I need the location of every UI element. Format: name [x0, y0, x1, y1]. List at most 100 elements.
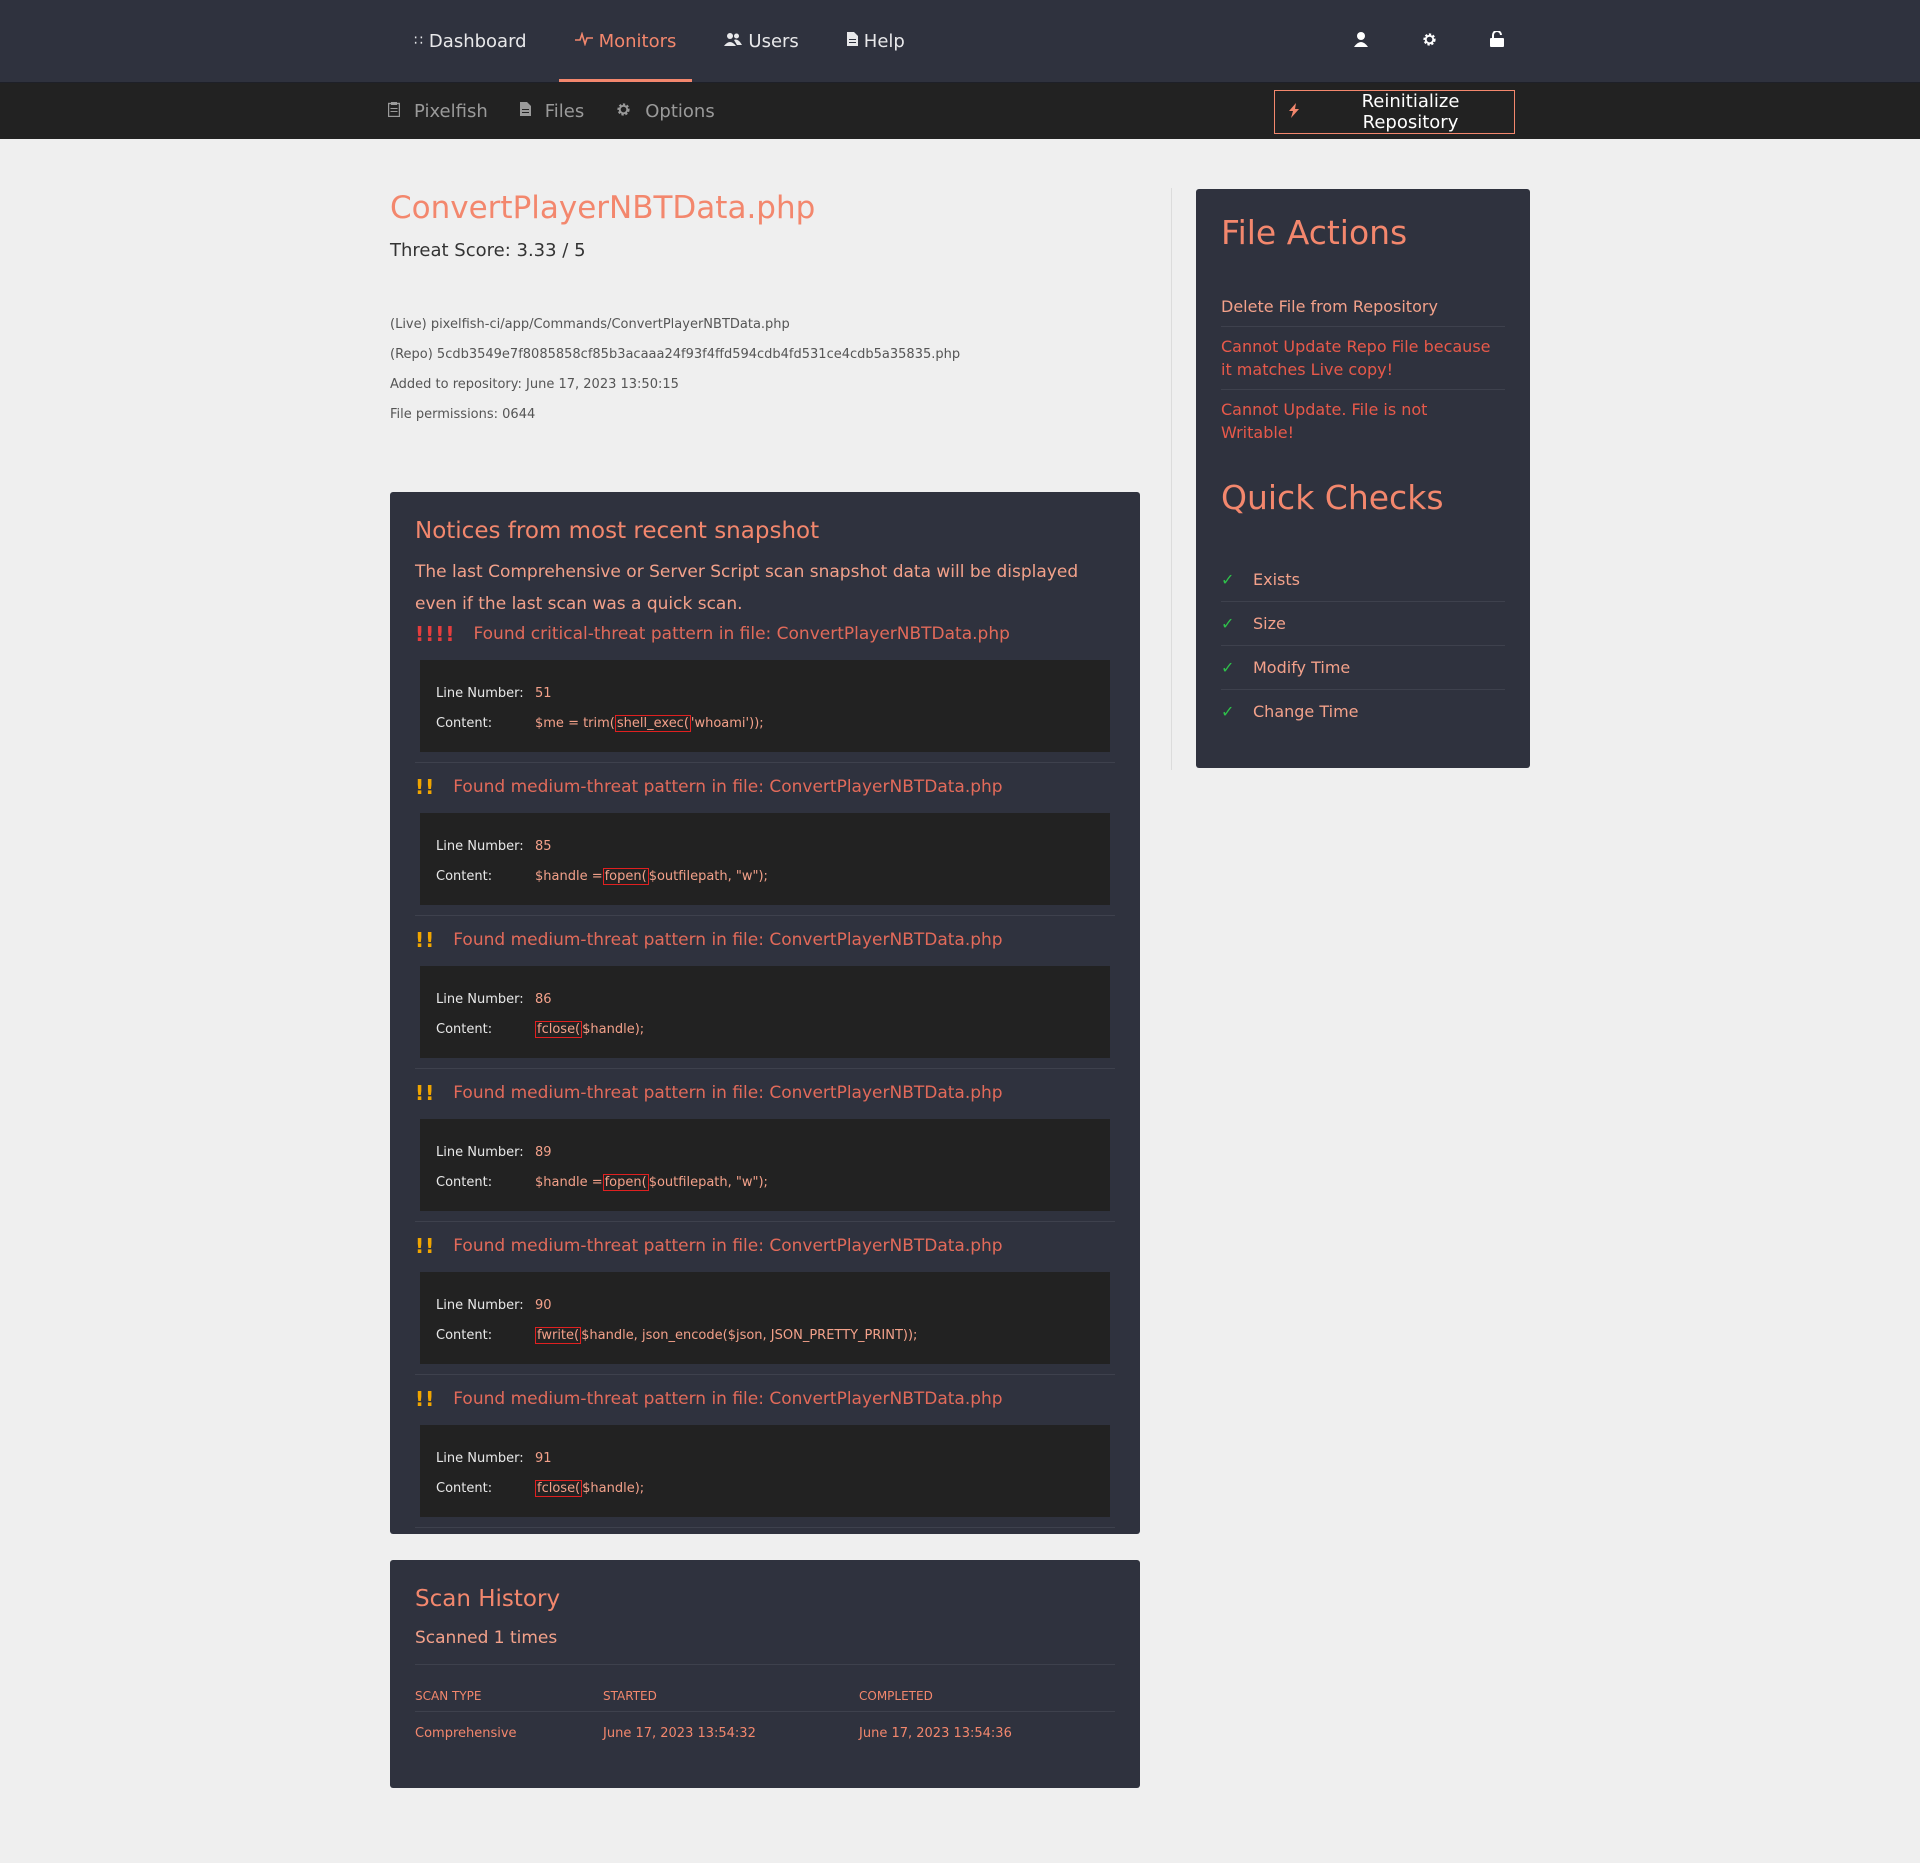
nav-dashboard-label: Dashboard	[428, 30, 527, 52]
subnav-options-label: Options	[645, 100, 715, 122]
file-actions-panel: File Actions Delete File from Repository…	[1196, 189, 1530, 768]
check-modify-time: ✓ Modify Time	[1221, 646, 1505, 690]
finding-message: Found medium-threat pattern in file: Con…	[453, 777, 1003, 797]
finding-item: !! Found medium-threat pattern in file: C…	[415, 773, 1115, 916]
scan-history-title: Scan History	[415, 1586, 561, 1612]
subnav-pixelfish-label: Pixelfish	[414, 100, 488, 122]
file-actions-title: File Actions	[1221, 213, 1408, 252]
code-highlight: fclose(	[535, 1479, 583, 1497]
medium-threat-icon: !!	[415, 928, 436, 952]
content-value: $handle = fopen($outfilepath, "w");	[535, 1173, 768, 1191]
line-number-label: Line Number:	[436, 838, 524, 854]
content-row: Content: fwrite($handle, json_encode($jso…	[436, 1320, 1094, 1350]
gear-icon[interactable]	[1418, 32, 1440, 51]
code-suffix: $outfilepath, "w");	[648, 868, 768, 884]
col-completed: COMPLETED	[859, 1677, 1115, 1712]
line-number-value: 85	[535, 838, 552, 854]
content-row: Content: fclose($handle);	[436, 1473, 1094, 1503]
finding-item: !!!! Found critical-threat pattern in fil…	[415, 620, 1115, 763]
content-row: Content: fclose($handle);	[436, 1014, 1094, 1044]
check-icon: ✓	[1221, 702, 1235, 721]
subnav-options[interactable]: Options	[616, 100, 715, 122]
finding-code-box: Line Number: 91 Content: fclose($handle);	[420, 1425, 1110, 1517]
subnav-files[interactable]: Files	[519, 101, 584, 122]
notices-panel: Notices from most recent snapshot The la…	[390, 492, 1140, 1534]
finding-header: !! Found medium-threat pattern in file: C…	[415, 1385, 1115, 1413]
finding-message: Found medium-threat pattern in file: Con…	[453, 1083, 1003, 1103]
medium-threat-icon: !!	[415, 1081, 436, 1105]
col-scan-type: SCAN TYPE	[415, 1677, 603, 1712]
notices-description: The last Comprehensive or Server Script …	[415, 562, 1079, 614]
finding-header: !!!! Found critical-threat pattern in fil…	[415, 620, 1115, 648]
content-label: Content:	[436, 868, 493, 884]
reinitialize-repository-button[interactable]: Reinitialize Repository	[1274, 90, 1515, 134]
content-row: Content: $me = trim(shell_exec('whoami'))…	[436, 708, 1094, 738]
finding-code-box: Line Number: 51 Content: $me = trim(shell_e…	[420, 660, 1110, 752]
line-number-label: Line Number:	[436, 685, 524, 701]
content-value: $me = trim(shell_exec('whoami'));	[535, 714, 764, 732]
content-value: $handle = fopen($outfilepath, "w");	[535, 867, 768, 885]
line-number-row: Line Number: 86	[436, 984, 1094, 1014]
finding-header: !! Found medium-threat pattern in file: C…	[415, 1232, 1115, 1260]
check-size: ✓ Size	[1221, 602, 1505, 646]
file-icon	[519, 102, 531, 120]
users-icon	[724, 32, 743, 50]
file-name-title: ConvertPlayerNBTData.php	[390, 190, 816, 226]
file-actions-list: Delete File from Repository Cannot Updat…	[1221, 287, 1505, 452]
content-value: fwrite($handle, json_encode($json, JSON_…	[535, 1326, 918, 1344]
delete-file-link[interactable]: Delete File from Repository	[1221, 287, 1505, 327]
nav-monitors[interactable]: Monitors	[551, 0, 701, 82]
code-suffix: $handle, json_encode($json, JSON_PRETTY_…	[581, 1327, 918, 1343]
cell-completed: June 17, 2023 13:54:36	[859, 1726, 1012, 1741]
finding-item: !! Found medium-threat pattern in file: C…	[415, 926, 1115, 1069]
line-number-row: Line Number: 89	[436, 1137, 1094, 1167]
finding-item: !! Found medium-threat pattern in file: C…	[415, 1232, 1115, 1375]
nav-dashboard[interactable]: ∷ Dashboard	[390, 0, 551, 82]
check-icon: ✓	[1221, 614, 1235, 633]
sub-nav: Pixelfish Files Options	[387, 83, 715, 139]
line-number-label: Line Number:	[436, 1297, 524, 1313]
finding-header: !! Found medium-threat pattern in file: C…	[415, 926, 1115, 954]
finding-message: Found medium-threat pattern in file: Con…	[453, 1236, 1003, 1256]
user-icon[interactable]	[1350, 31, 1372, 51]
cell-scan-type: Comprehensive	[415, 1726, 517, 1741]
sub-navbar: Pixelfish Files Options Reinitialize Rep…	[0, 83, 1920, 139]
check-icon: ✓	[1221, 658, 1235, 677]
content-row: Content: $handle = fopen($outfilepath, "w"…	[436, 861, 1094, 891]
scan-history-table: SCAN TYPE STARTED COMPLETED Comprehensiv…	[415, 1677, 1115, 1755]
code-prefix: $handle =	[535, 868, 603, 884]
code-suffix: $outfilepath, "w");	[648, 1174, 768, 1190]
line-number-value: 90	[535, 1297, 552, 1313]
line-number-label: Line Number:	[436, 1144, 524, 1160]
check-label: Change Time	[1253, 702, 1359, 721]
line-number-label: Line Number:	[436, 1450, 524, 1466]
medium-threat-icon: !!	[415, 775, 436, 799]
finding-code-box: Line Number: 90 Content: fwrite($handle, js…	[420, 1272, 1110, 1364]
line-number-value: 91	[535, 1450, 552, 1466]
code-prefix: $handle =	[535, 1174, 603, 1190]
cog-icon	[616, 102, 631, 121]
nav-help[interactable]: Help	[823, 0, 929, 82]
code-highlight: fwrite(	[535, 1326, 582, 1344]
repo-path: (Repo) 5cdb3549e7f8085858cf85b3acaaa24f9…	[390, 347, 961, 362]
nav-users[interactable]: Users	[700, 0, 822, 82]
reinitialize-repository-label: Reinitialize Repository	[1361, 91, 1460, 133]
code-highlight: fclose(	[535, 1020, 583, 1038]
subnav-pixelfish[interactable]: Pixelfish	[387, 100, 488, 122]
cannot-update-repo-notice: Cannot Update Repo File because it match…	[1221, 327, 1505, 390]
main-nav: ∷ Dashboard Monitors Users Help	[390, 0, 929, 82]
content-row: Content: $handle = fopen($outfilepath, "w"…	[436, 1167, 1094, 1197]
nav-users-label: Users	[748, 30, 799, 52]
medium-threat-icon: !!	[415, 1234, 436, 1258]
top-navbar: ∷ Dashboard Monitors Users Help	[0, 0, 1920, 83]
medium-threat-icon: !!	[415, 1387, 436, 1411]
check-label: Modify Time	[1253, 658, 1351, 677]
finding-header: !! Found medium-threat pattern in file: C…	[415, 773, 1115, 801]
table-header-row: SCAN TYPE STARTED COMPLETED	[415, 1677, 1115, 1712]
code-suffix: $handle);	[582, 1480, 645, 1496]
top-right-icons	[1350, 0, 1508, 82]
unlock-icon[interactable]	[1486, 30, 1508, 51]
pulse-icon	[574, 31, 593, 50]
notices-title: Notices from most recent snapshot	[415, 518, 820, 544]
line-number-value: 89	[535, 1144, 552, 1160]
